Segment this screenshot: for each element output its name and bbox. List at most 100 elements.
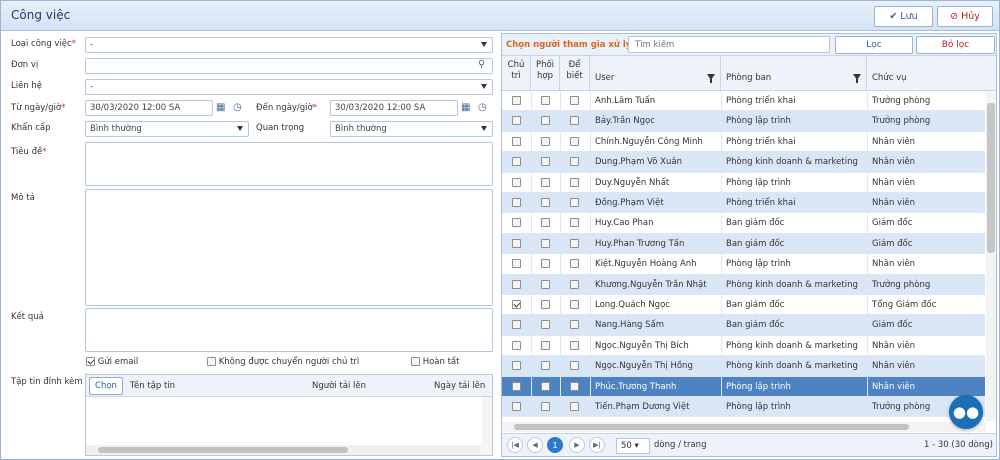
clock-icon[interactable]: ◷ — [233, 102, 242, 113]
cb-de-biet[interactable] — [570, 136, 579, 146]
cb-de-biet[interactable] — [570, 238, 579, 248]
save-button[interactable]: ✔ Lưu — [874, 6, 933, 27]
completed-checkbox[interactable]: Hoàn tất — [411, 357, 459, 367]
table-row[interactable]: Huy.Cao Phan Ban giám đốc Giám đốc — [502, 213, 985, 234]
clock-icon[interactable]: ◷ — [478, 102, 487, 113]
description-textarea[interactable] — [85, 189, 493, 306]
cb-de-biet[interactable] — [570, 361, 579, 371]
cb-de-biet[interactable] — [570, 157, 579, 167]
col-phoi-hop[interactable]: Phối hợp — [531, 56, 560, 91]
cb-chu-tri[interactable] — [512, 238, 521, 248]
filter-icon[interactable] — [853, 74, 861, 83]
cb-phoi-hop[interactable] — [541, 238, 550, 248]
table-row[interactable]: Dung.Phạm Võ Xuân Phòng kinh doanh & mark… — [502, 152, 985, 173]
unit-input[interactable] — [85, 58, 493, 74]
table-row[interactable]: Nang.Hàng Sấm Ban giám đốc Giám đốc — [502, 315, 985, 336]
cb-de-biet[interactable] — [570, 340, 579, 350]
col-file-name[interactable]: Tên tập tin — [130, 381, 175, 391]
send-email-checkbox[interactable]: Gửi email — [86, 357, 138, 367]
table-row[interactable]: Anh.Lâm Tuấn Phòng triển khai Trưởng phòng — [502, 91, 985, 112]
cb-de-biet[interactable] — [570, 177, 579, 187]
cb-chu-tri[interactable] — [512, 136, 521, 146]
cb-chu-tri[interactable] — [512, 218, 521, 228]
cb-phoi-hop[interactable] — [541, 340, 550, 350]
cb-chu-tri[interactable] — [512, 116, 521, 126]
urgent-select[interactable]: Bình thường — [85, 121, 249, 137]
table-row[interactable]: Phúc.Trương Thanh Phòng lập trình Nhân viê… — [502, 376, 985, 397]
cb-de-biet[interactable] — [570, 218, 579, 228]
cb-phoi-hop[interactable] — [541, 116, 550, 126]
choose-file-button[interactable]: Chọn — [89, 377, 123, 395]
cb-de-biet[interactable] — [570, 259, 579, 269]
cb-de-biet[interactable] — [570, 198, 579, 207]
result-textarea[interactable] — [85, 308, 493, 352]
next-page-button[interactable]: ▶ — [569, 437, 585, 453]
page-size-select[interactable]: 50 ▾ — [616, 438, 650, 454]
to-date-input[interactable]: 30/03/2020 12:00 SA — [330, 100, 458, 116]
cb-phoi-hop[interactable] — [541, 157, 550, 167]
table-row[interactable]: Duy.Nguyễn Nhất Phòng lập trình Nhân viên — [502, 172, 985, 193]
title-textarea[interactable] — [85, 142, 493, 186]
cb-phoi-hop[interactable] — [541, 218, 550, 228]
cb-phoi-hop[interactable] — [541, 381, 550, 391]
table-row[interactable]: Ngọc.Nguyễn Thị Bích Phòng kinh doanh & m… — [502, 335, 985, 357]
cb-chu-tri[interactable] — [512, 259, 521, 269]
table-row[interactable]: Kiệt.Nguyễn Hoàng Anh Phòng lập trình Nhân… — [502, 254, 985, 275]
current-page-button[interactable]: 1 — [547, 437, 563, 453]
cancel-button[interactable]: ⊘ Hủy — [937, 6, 993, 27]
grid-vscroll[interactable] — [986, 91, 996, 421]
cb-chu-tri[interactable] — [512, 300, 521, 309]
chat-bubble-icon[interactable]: ●● — [949, 395, 983, 429]
table-row[interactable]: Huy.Phan Trương Tấn Ban giám đốc Giám đốc — [502, 233, 985, 255]
last-page-button[interactable]: ▶| — [589, 437, 605, 453]
prev-page-button[interactable]: ◀ — [527, 437, 543, 453]
table-row[interactable]: Bảy.Trần Ngọc Phòng lập trình Trưởng phòng — [502, 111, 985, 132]
importance-select[interactable]: Bình thường — [330, 121, 493, 137]
table-row[interactable]: Khương.Nguyễn Trần Nhật Phòng kinh doanh … — [502, 274, 985, 295]
table-row[interactable]: Đồng.Phạm Việt Phòng triển khai Nhân viên — [502, 193, 985, 214]
cb-phoi-hop[interactable] — [541, 300, 550, 309]
cb-phoi-hop[interactable] — [541, 198, 550, 207]
cb-chu-tri[interactable] — [512, 381, 521, 391]
cb-chu-tri[interactable] — [512, 340, 521, 350]
cb-chu-tri[interactable] — [512, 279, 521, 289]
cb-phoi-hop[interactable] — [541, 259, 550, 269]
cb-chu-tri[interactable] — [512, 402, 521, 411]
cb-de-biet[interactable] — [570, 279, 579, 289]
grid-hscroll[interactable] — [502, 422, 986, 432]
calendar-icon[interactable]: ▦ — [216, 102, 225, 113]
cb-de-biet[interactable] — [570, 300, 579, 309]
col-department[interactable]: Phòng ban — [721, 56, 867, 91]
col-user[interactable]: User — [590, 56, 721, 91]
calendar-icon[interactable]: ▦ — [461, 102, 470, 113]
attachments-vscroll[interactable] — [482, 397, 492, 455]
filter-icon[interactable] — [707, 74, 715, 83]
cb-chu-tri[interactable] — [512, 177, 521, 187]
filter-button[interactable]: Lọc — [835, 36, 913, 54]
table-row[interactable]: Tiến.Phạm Dương Việt Phòng lập trình Trưởn… — [502, 397, 985, 418]
cb-de-biet[interactable] — [570, 402, 579, 411]
cb-chu-tri[interactable] — [512, 96, 521, 105]
first-page-button[interactable]: |◀ — [507, 437, 523, 453]
cb-phoi-hop[interactable] — [541, 320, 550, 330]
cb-chu-tri[interactable] — [512, 157, 521, 167]
table-row[interactable]: Ngọc.Nguyễn Thị Hồng Phòng kinh doanh & m… — [502, 356, 985, 377]
contact-select[interactable]: - — [85, 79, 493, 95]
cb-phoi-hop[interactable] — [541, 96, 550, 105]
col-uploader[interactable]: Người tải lên — [312, 381, 366, 391]
cb-de-biet[interactable] — [570, 116, 579, 126]
col-chu-tri[interactable]: Chủ trì — [502, 56, 531, 91]
cb-chu-tri[interactable] — [512, 361, 521, 371]
cb-phoi-hop[interactable] — [541, 361, 550, 371]
cb-phoi-hop[interactable] — [541, 177, 550, 187]
cb-de-biet[interactable] — [570, 320, 579, 330]
cb-phoi-hop[interactable] — [541, 402, 550, 411]
table-row[interactable]: Long.Quách Ngọc Ban giám đốc Tổng Giám đốc — [502, 295, 985, 316]
attachments-hscroll[interactable] — [86, 445, 481, 455]
col-de-biet[interactable]: Để biết — [560, 56, 590, 91]
participants-search-input[interactable] — [628, 36, 830, 53]
col-upload-date[interactable]: Ngày tải lên — [434, 381, 485, 391]
col-position[interactable]: Chức vụ — [867, 56, 996, 91]
search-icon[interactable]: ⚲ — [478, 59, 485, 70]
cb-de-biet[interactable] — [570, 96, 579, 105]
